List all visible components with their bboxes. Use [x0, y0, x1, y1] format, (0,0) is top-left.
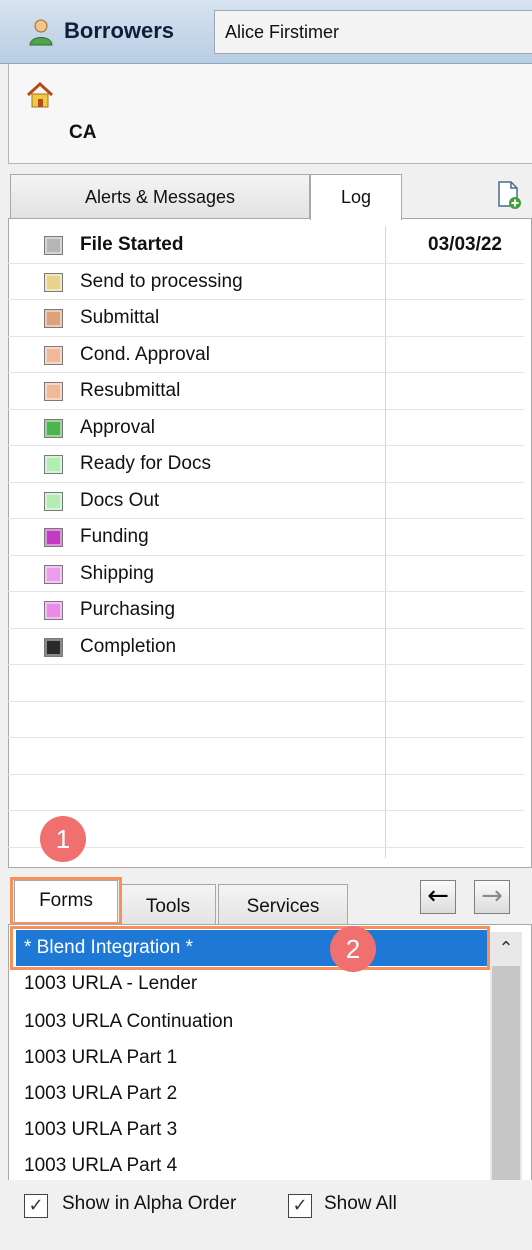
borrower-name-field[interactable]: Alice Firstimer [214, 10, 532, 54]
tab-alerts-messages[interactable]: Alerts & Messages [10, 174, 310, 218]
log-row-purchasing[interactable]: Purchasing [8, 592, 524, 629]
show-all-label: Show All [324, 1193, 397, 1214]
form-item[interactable]: 1003 URLA Part 2 [16, 1076, 488, 1112]
log-label: Funding [80, 526, 149, 547]
borrowers-header: Borrowers Alice Firstimer [0, 0, 532, 64]
home-icon [26, 81, 54, 108]
log-row-completion[interactable]: Completion [8, 629, 524, 665]
callout-2: 2 [330, 926, 376, 972]
log-label: Send to processing [80, 270, 243, 292]
log-label: File Started [80, 234, 184, 255]
form-item[interactable]: 1003 URLA Part 3 [16, 1112, 488, 1148]
show-all-checkbox[interactable]: ✓ [288, 1194, 312, 1218]
log-row-file-started[interactable]: File Started 03/03/22 [8, 227, 524, 264]
forward-arrow-button[interactable]: → [474, 880, 510, 914]
status-square [44, 601, 63, 620]
person-icon [29, 19, 53, 46]
status-square [44, 637, 63, 657]
log-label: Submittal [80, 307, 160, 328]
form-item[interactable]: 1003 URLA Continuation [16, 1004, 488, 1040]
forms-tab-highlight [10, 877, 122, 925]
status-square [44, 345, 63, 365]
alpha-order-checkbox[interactable]: ✓ [24, 1194, 48, 1218]
log-row-cond-approval[interactable]: Cond. Approval [8, 337, 524, 373]
log-label: Shipping [80, 562, 154, 584]
callout-1: 1 [40, 816, 86, 862]
form-item[interactable]: 1003 URLA Part 1 [16, 1040, 488, 1076]
status-square [44, 382, 63, 401]
log-row-empty [8, 702, 524, 738]
log-row-submittal[interactable]: Submittal [8, 300, 524, 337]
status-square [44, 491, 63, 511]
log-row-resubmittal[interactable]: Resubmittal [8, 373, 524, 410]
status-square [44, 528, 63, 547]
scroll-thumb[interactable] [492, 966, 520, 1180]
form-item[interactable]: 1003 URLA Part 4 [16, 1148, 488, 1184]
status-square [44, 272, 63, 292]
back-arrow-button[interactable]: ← [420, 880, 456, 914]
status-square [44, 309, 63, 328]
status-square [44, 564, 63, 584]
status-square [44, 418, 63, 438]
form-item[interactable]: 1003 URLA - Lender [16, 966, 488, 1002]
alpha-order-label: Show in Alpha Order [62, 1193, 237, 1214]
status-square [44, 455, 63, 474]
scroll-up-icon[interactable]: ⌃ [490, 932, 522, 966]
log-label: Docs Out [80, 489, 160, 511]
log-row-empty [8, 738, 524, 775]
state-label: CA [69, 122, 97, 143]
section-title: Borrowers [64, 18, 175, 43]
log-row-ready-for-docs[interactable]: Ready for Docs [8, 446, 524, 483]
address-panel: CA [8, 64, 532, 164]
log-row-approval[interactable]: Approval [8, 410, 524, 446]
log-label: Cond. Approval [80, 343, 210, 365]
tab-services[interactable]: Services [218, 884, 348, 928]
new-document-icon[interactable] [496, 180, 522, 210]
log-row-empty [8, 665, 524, 702]
log-date: 03/03/22 [428, 234, 502, 255]
log-row-empty [8, 775, 524, 811]
status-square [44, 236, 63, 255]
log-row-shipping[interactable]: Shipping [8, 556, 524, 592]
blend-item-highlight [10, 926, 490, 970]
tab-tools[interactable]: Tools [120, 884, 216, 928]
log-label: Completion [80, 635, 177, 657]
log-row-funding[interactable]: Funding [8, 519, 524, 556]
log-label: Purchasing [80, 599, 176, 620]
log-row-send-to-processing[interactable]: Send to processing [8, 264, 524, 300]
log-label: Resubmittal [80, 380, 181, 401]
log-label: Ready for Docs [80, 453, 211, 474]
log-label: Approval [80, 416, 155, 438]
tab-log[interactable]: Log [310, 174, 402, 220]
log-row-docs-out[interactable]: Docs Out [8, 483, 524, 519]
